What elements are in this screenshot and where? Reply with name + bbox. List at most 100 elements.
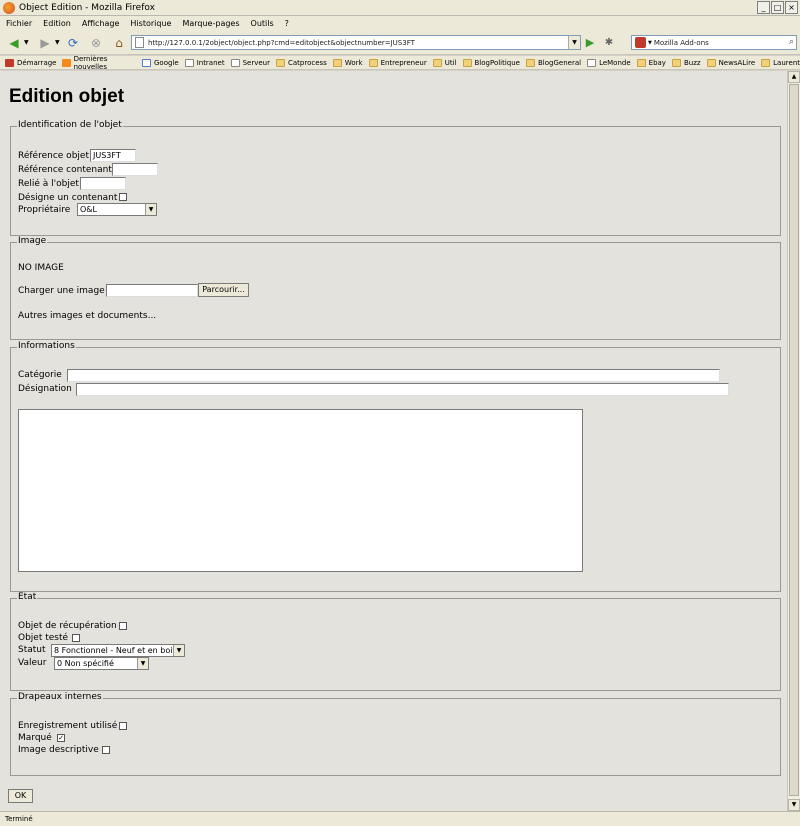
menu-edit[interactable]: Edition <box>43 19 71 28</box>
search-magnifier-icon[interactable]: ⌕ <box>789 37 794 47</box>
go-arrow-icon[interactable]: ▶ <box>583 36 597 50</box>
folder-icon <box>462 58 472 67</box>
close-button[interactable]: × <box>785 1 798 14</box>
search-box[interactable]: ▼ Mozilla Add-ons ⌕ <box>631 35 797 50</box>
designates-container-checkbox[interactable] <box>119 193 127 201</box>
firefox-icon <box>5 58 14 67</box>
folder-icon <box>526 58 535 67</box>
stop-icon[interactable]: ⊗ <box>87 34 105 52</box>
minimize-button[interactable]: _ <box>757 1 770 14</box>
menu-file[interactable]: Fichier <box>6 19 32 28</box>
menu-help[interactable]: ? <box>285 19 289 28</box>
bookmark-item[interactable]: Google <box>142 58 179 67</box>
value-select[interactable]: 0 Non spécifié ▼ <box>54 657 149 670</box>
other-images-link[interactable]: Autres images et documents... <box>18 311 156 321</box>
bookmark-item[interactable]: Ebay <box>636 58 666 67</box>
bookmark-item[interactable]: BlogGeneral <box>526 58 581 67</box>
ref-object-label: Référence objet <box>18 151 89 161</box>
dropdown-arrow-icon[interactable]: ▼ <box>137 658 148 669</box>
recovery-object-checkbox[interactable] <box>119 622 127 630</box>
bookmark-label: LeMonde <box>599 58 631 67</box>
maximize-button[interactable]: □ <box>771 1 784 14</box>
marked-label: Marqué <box>18 733 52 743</box>
no-image-text: NO IMAGE <box>18 263 64 273</box>
back-dropdown-icon[interactable]: ▼ <box>24 39 30 46</box>
bookmark-item[interactable]: Catprocess <box>276 58 327 67</box>
bookmarks-toolbar: Démarrage Dernières nouvelles Google Intran… <box>0 55 800 71</box>
bookmark-item[interactable]: Dernières nouvelles <box>62 55 136 71</box>
home-icon[interactable]: ⌂ <box>110 34 128 52</box>
ref-container-label: Référence contenant <box>18 165 112 175</box>
bookmark-item[interactable]: BlogPolitique <box>462 58 521 67</box>
state-legend: Etat <box>17 592 38 602</box>
scroll-thumb[interactable] <box>789 84 799 796</box>
upload-file-input[interactable] <box>106 284 198 297</box>
owner-select[interactable]: O&L ▼ <box>77 203 157 216</box>
menu-history[interactable]: Historique <box>130 19 171 28</box>
status-bar: Terminé <box>0 811 800 826</box>
menu-view[interactable]: Affichage <box>82 19 120 28</box>
status-select[interactable]: 8 Fonctionnel - Neuf et en boite ▼ <box>51 644 185 657</box>
url-bar[interactable]: http://127.0.0.1/2object/object.php?cmd=… <box>131 35 581 50</box>
page-title: Edition objet <box>9 86 125 107</box>
owner-label: Propriétaire <box>18 205 71 215</box>
folder-icon <box>432 58 442 67</box>
bookmark-item[interactable]: NewsALire <box>706 58 755 67</box>
dropdown-arrow-icon[interactable]: ▼ <box>173 645 184 656</box>
rss-feed-icon <box>62 58 71 67</box>
forward-dropdown-icon[interactable]: ▼ <box>55 39 61 46</box>
dropdown-arrow-icon[interactable]: ▼ <box>145 204 156 215</box>
browse-button[interactable]: Parcourir... <box>198 283 249 297</box>
category-input[interactable] <box>67 369 720 382</box>
tested-object-checkbox[interactable] <box>72 634 80 642</box>
window-title: Object Edition - Mozilla Firefox <box>19 2 155 13</box>
designation-input[interactable] <box>76 383 729 396</box>
reload-icon[interactable]: ⟳ <box>64 34 82 52</box>
folder-icon <box>332 58 342 67</box>
bookmark-label: Buzz <box>683 58 701 67</box>
url-text[interactable]: http://127.0.0.1/2object/object.php?cmd=… <box>148 39 415 47</box>
scroll-up-icon[interactable]: ▲ <box>788 71 800 83</box>
bookmark-label: BlogPolitique <box>474 58 521 67</box>
forward-arrow-icon[interactable]: ▶ <box>36 34 54 52</box>
bookmark-item[interactable]: LeMonde <box>587 58 631 67</box>
description-textarea[interactable] <box>18 409 583 572</box>
scroll-down-icon[interactable]: ▼ <box>788 799 800 811</box>
descriptive-image-checkbox[interactable] <box>102 746 110 754</box>
ref-container-input[interactable] <box>112 163 158 176</box>
owner-value: O&L <box>80 205 97 214</box>
bookmark-item[interactable]: Intranet <box>184 58 225 67</box>
folder-icon <box>706 58 716 67</box>
menu-bookmarks[interactable]: Marque-pages <box>182 19 239 28</box>
marked-checkbox[interactable]: ✓ <box>57 734 65 742</box>
bookmark-item[interactable]: Work <box>332 58 363 67</box>
bookmark-item[interactable]: Serveur <box>230 58 270 67</box>
ref-object-input[interactable]: JUS3FT <box>90 149 136 162</box>
engine-dropdown-icon[interactable]: ▼ <box>648 40 652 46</box>
search-engine-icon[interactable] <box>635 37 646 48</box>
menu-bar: Fichier Edition Affichage Historique Mar… <box>0 16 800 30</box>
title-bar: Object Edition - Mozilla Firefox _ □ × <box>0 0 800 16</box>
url-dropdown-icon[interactable]: ▼ <box>568 36 580 49</box>
back-arrow-icon[interactable]: ◀ <box>5 34 23 52</box>
status-value: 8 Fonctionnel - Neuf et en boite <box>54 646 181 655</box>
search-engine-label[interactable]: Mozilla Add-ons <box>654 39 709 47</box>
linked-object-input[interactable] <box>80 177 126 190</box>
bookmark-label: Ebay <box>648 58 666 67</box>
bookmark-item[interactable]: Laurent <box>761 58 800 67</box>
bookmark-item[interactable]: Démarrage <box>5 58 56 67</box>
bookmark-item[interactable]: Util <box>432 58 457 67</box>
bookmark-label: Catprocess <box>288 58 327 67</box>
state-fieldset: Etat Objet de récupération Objet testé S… <box>10 592 781 691</box>
vertical-scrollbar[interactable]: ▲ ▼ <box>787 71 800 811</box>
folder-icon <box>276 58 285 67</box>
bookmark-label: Dernières nouvelles <box>73 54 108 71</box>
ok-button[interactable]: OK <box>8 789 33 803</box>
spider-icon[interactable]: ✱ <box>602 36 616 50</box>
bookmark-item[interactable]: Entrepreneur <box>368 58 427 67</box>
menu-tools[interactable]: Outils <box>251 19 274 28</box>
folder-icon <box>671 58 681 67</box>
record-used-checkbox[interactable] <box>119 722 127 730</box>
value-value: 0 Non spécifié <box>57 659 114 668</box>
bookmark-item[interactable]: Buzz <box>671 58 701 67</box>
